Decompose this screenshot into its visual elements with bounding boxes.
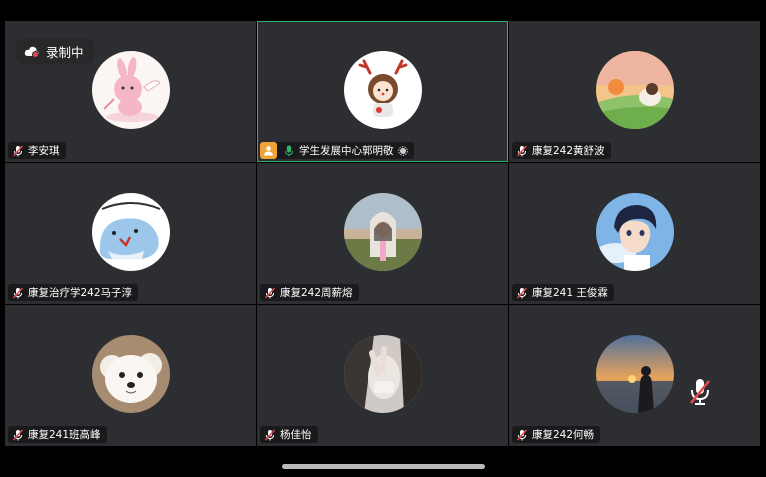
participant-tile[interactable]: 康复治疗学242马子淳: [5, 163, 256, 304]
participant-name-tag: 康复242何畅: [512, 426, 601, 443]
recording-indicator[interactable]: 录制中: [16, 39, 94, 64]
cloud-record-icon: [24, 46, 40, 58]
participant-grid: 李安琪 学生发展中心郭明敬 康复242黄舒波 康复治疗学242马子淳 康复242…: [5, 21, 761, 447]
participant-tile[interactable]: 康复242黄舒波: [509, 21, 760, 162]
reindeer-girl-avatar: [343, 50, 422, 129]
mic-active-icon: [285, 145, 293, 156]
participant-name: 康复241班高峰: [28, 429, 101, 441]
participant-tile[interactable]: 杨佳怡: [257, 305, 508, 446]
participant-name: 康复治疗学242马子淳: [28, 287, 133, 299]
participant-name: 康复241 王俊霖: [532, 287, 608, 299]
girl-hat-photo-avatar: [343, 192, 422, 271]
person-icon: [264, 146, 273, 156]
participant-name: 杨佳怡: [280, 429, 312, 441]
pink-bunny-angel-avatar: [91, 50, 170, 129]
participant-tile[interactable]: 康复241 王俊霖: [509, 163, 760, 304]
participant-tile-active-speaker[interactable]: 学生发展中心郭明敬: [257, 21, 508, 162]
home-indicator[interactable]: [282, 464, 485, 469]
participant-name-tag: 康复241班高峰: [8, 426, 107, 443]
mic-muted-icon: [12, 287, 24, 298]
mic-muted-icon: [264, 287, 276, 298]
participant-name-tag: 杨佳怡: [260, 426, 318, 443]
mic-muted-icon: [690, 379, 710, 405]
mic-muted-icon: [516, 145, 528, 156]
participant-name: 康复242黄舒波: [532, 145, 605, 157]
participant-tile[interactable]: 康复242周薪熔: [257, 163, 508, 304]
peace-sign-photo-avatar: [343, 334, 422, 413]
host-badge: [260, 142, 277, 159]
mic-muted-icon: [264, 429, 276, 440]
participant-name: 学生发展中心郭明敬: [299, 145, 394, 157]
mic-muted-icon: [12, 429, 24, 440]
mic-muted-icon: [516, 287, 528, 298]
mic-muted-icon: [516, 429, 528, 440]
sunset-silhouette-avatar: [595, 334, 674, 413]
participant-tile[interactable]: 康复242何畅: [509, 305, 760, 446]
participant-name: 康复242周薪熔: [280, 287, 353, 299]
sunset-cat-avatar: [595, 50, 674, 129]
participant-tile[interactable]: 康复241班高峰: [5, 305, 256, 446]
participant-name-tag: 康复242黄舒波: [512, 142, 611, 159]
participant-name-tag: 康复治疗学242马子淳: [8, 284, 139, 301]
participant-name-tag: 康复241 王俊霖: [512, 284, 614, 301]
blue-shark-avatar: [91, 192, 170, 271]
anime-boy-avatar: [595, 192, 674, 271]
participant-name-tag: 李安琪: [8, 142, 66, 159]
participant-name: 康复242何畅: [532, 429, 595, 441]
participant-name-tag: 康复242周薪熔: [260, 284, 359, 301]
recording-label: 录制中: [46, 45, 84, 60]
network-icon: [397, 145, 408, 156]
white-dog-avatar: [91, 334, 170, 413]
participant-name-tag: 学生发展中心郭明敬: [260, 142, 414, 159]
mic-muted-icon: [12, 145, 24, 156]
participant-name: 李安琪: [28, 145, 60, 157]
